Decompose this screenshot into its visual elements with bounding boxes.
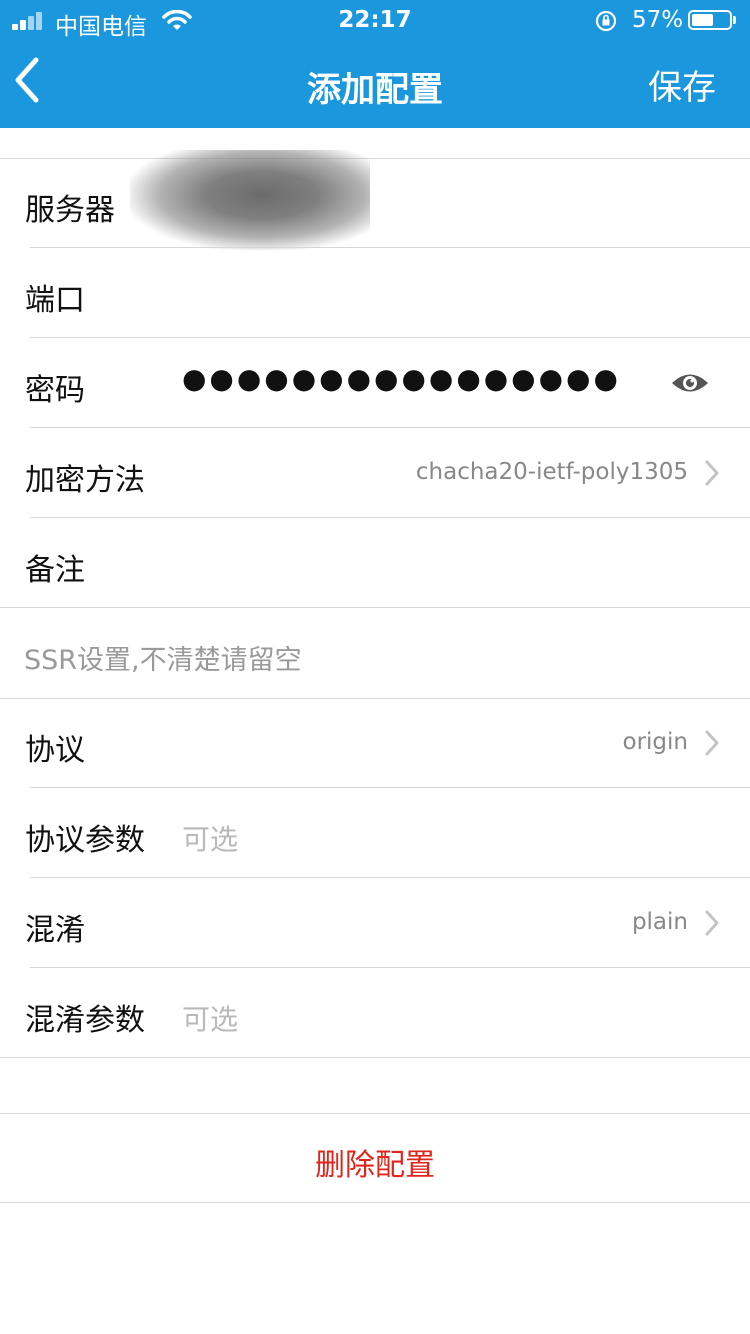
obfs-param-label: 混淆参数 <box>25 1003 145 1038</box>
obfs-param-row[interactable]: 混淆参数 可选 <box>0 968 750 1058</box>
battery-icon <box>688 10 736 30</box>
remark-row[interactable]: 备注 <box>0 518 750 608</box>
save-button[interactable]: 保存 <box>648 60 716 109</box>
chevron-right-icon <box>705 460 719 486</box>
encryption-row[interactable]: 加密方法 chacha20-ietf-poly1305 <box>0 428 750 518</box>
password-row[interactable]: 密码 ●●●●●●●●●●●●●●●● <box>0 338 750 428</box>
status-bar: 中国电信 22:17 57% <box>0 0 750 40</box>
divider <box>0 1202 750 1203</box>
delete-config-button[interactable]: 删除配置 <box>0 1114 750 1202</box>
ssr-section-note: SSR设置,不清楚请留空 <box>24 645 302 676</box>
rotation-lock-icon <box>595 10 617 32</box>
encryption-value: chacha20-ietf-poly1305 <box>415 459 688 485</box>
password-label: 密码 <box>25 373 85 408</box>
port-row[interactable]: 端口 <box>0 248 750 338</box>
obfs-row[interactable]: 混淆 plain <box>0 878 750 968</box>
redacted-server-value <box>130 150 370 250</box>
chevron-right-icon <box>705 910 719 936</box>
protocol-label: 协议 <box>25 733 85 768</box>
eye-icon[interactable] <box>670 368 710 398</box>
divider <box>0 1057 750 1058</box>
protocol-param-input[interactable]: 可选 <box>182 818 238 858</box>
navigation-bar: 添加配置 保存 <box>0 40 750 128</box>
obfs-param-input[interactable]: 可选 <box>182 998 238 1038</box>
divider <box>0 607 750 608</box>
password-field[interactable]: ●●●●●●●●●●●●●●●● <box>182 362 621 395</box>
remark-label: 备注 <box>25 553 85 588</box>
page-title: 添加配置 <box>307 70 443 110</box>
protocol-param-row[interactable]: 协议参数 可选 <box>0 788 750 878</box>
protocol-value: origin <box>622 729 689 755</box>
obfs-value: plain <box>631 909 688 935</box>
delete-config-label: 删除配置 <box>315 1148 435 1183</box>
server-row[interactable]: 服务器 <box>0 158 750 248</box>
protocol-row[interactable]: 协议 origin <box>0 698 750 788</box>
chevron-right-icon <box>705 730 719 756</box>
port-label: 端口 <box>25 283 85 318</box>
server-label: 服务器 <box>25 193 115 228</box>
encryption-label: 加密方法 <box>25 463 145 498</box>
obfs-label: 混淆 <box>25 913 85 948</box>
battery-percent: 57% <box>632 7 684 33</box>
header: 中国电信 22:17 57% 添加配置 保存 <box>0 0 750 128</box>
protocol-param-label: 协议参数 <box>25 823 145 858</box>
